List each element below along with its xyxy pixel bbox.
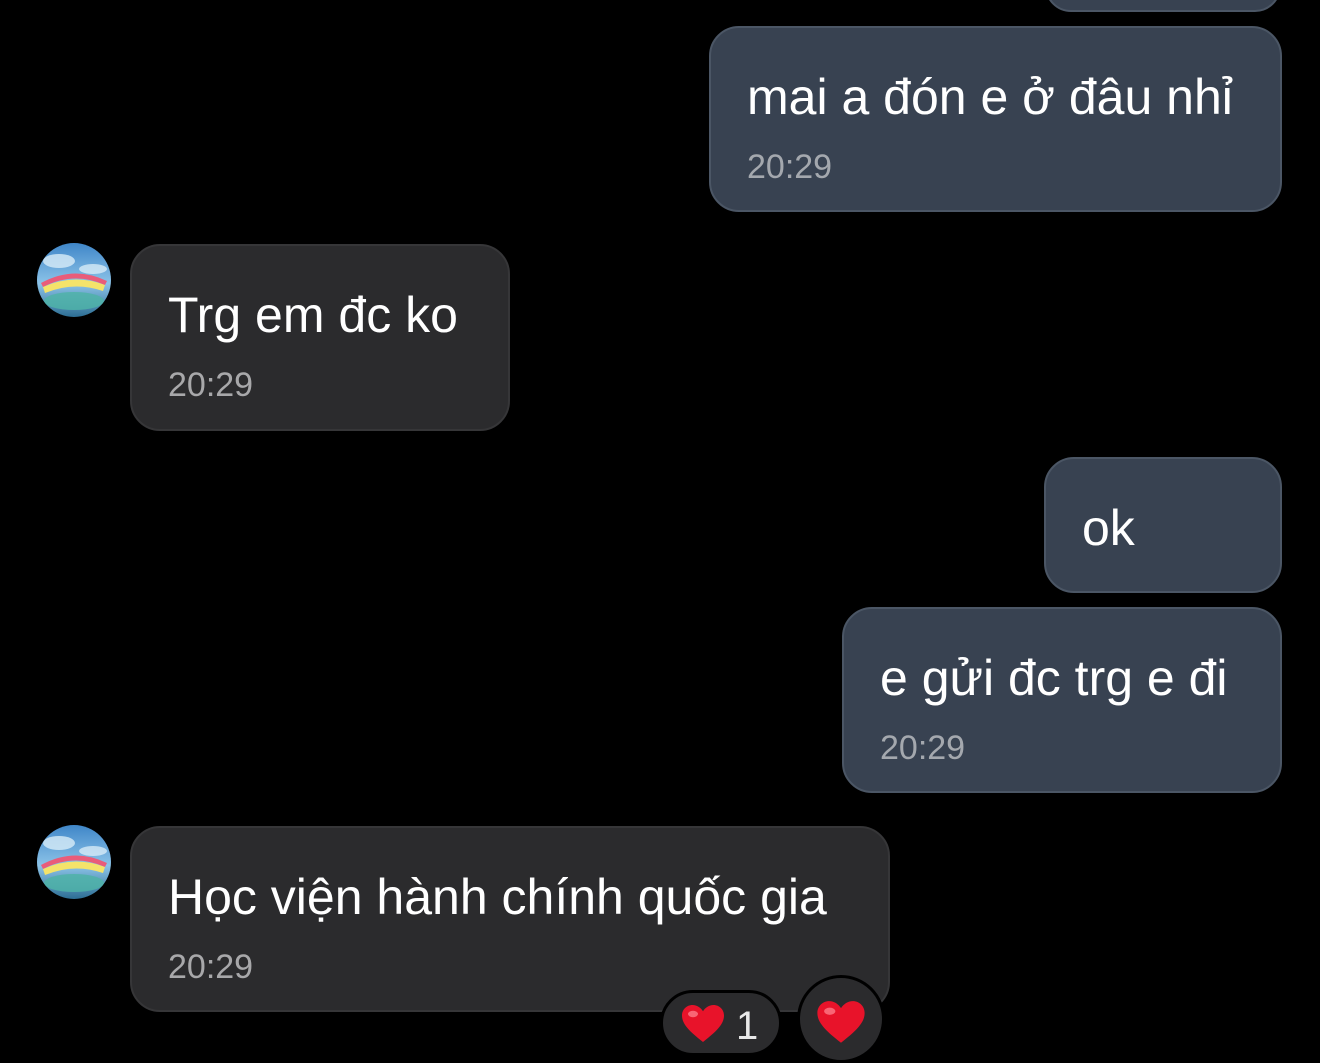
avatar-image (37, 825, 111, 899)
message-timestamp: 20:29 (168, 948, 254, 986)
reaction-summary[interactable]: 1 (660, 990, 782, 1056)
message-bubble-received[interactable]: Trg em đc ko 20:29 (130, 244, 510, 431)
contact-avatar[interactable] (37, 243, 111, 317)
avatar-image (37, 243, 111, 317)
message-bubble-sent[interactable]: ok (1044, 457, 1282, 593)
message-bubble-sent[interactable]: mai a đón e ở đâu nhỉ 20:29 (709, 26, 1282, 212)
message-bubble-partial[interactable] (1045, 0, 1281, 12)
message-timestamp: 20:29 (747, 148, 833, 186)
contact-avatar[interactable] (37, 825, 111, 899)
message-text: mai a đón e ở đâu nhỉ (747, 69, 1233, 125)
message-timestamp: 20:29 (168, 366, 254, 404)
message-text: Trg em đc ko (168, 287, 458, 343)
reaction-count: 1 (736, 1004, 759, 1048)
heart-icon (817, 1001, 865, 1043)
message-bubble-sent[interactable]: e gửi đc trg e đi 20:29 (842, 607, 1282, 793)
message-bubble-received[interactable]: Học viện hành chính quốc gia 20:29 (130, 826, 890, 1012)
heart-icon (682, 1005, 724, 1042)
message-text: ok (1082, 500, 1135, 556)
message-text: Học viện hành chính quốc gia (168, 869, 827, 925)
message-text: e gửi đc trg e đi (880, 650, 1228, 706)
react-heart-button[interactable] (797, 975, 885, 1063)
message-timestamp: 20:29 (880, 729, 966, 767)
